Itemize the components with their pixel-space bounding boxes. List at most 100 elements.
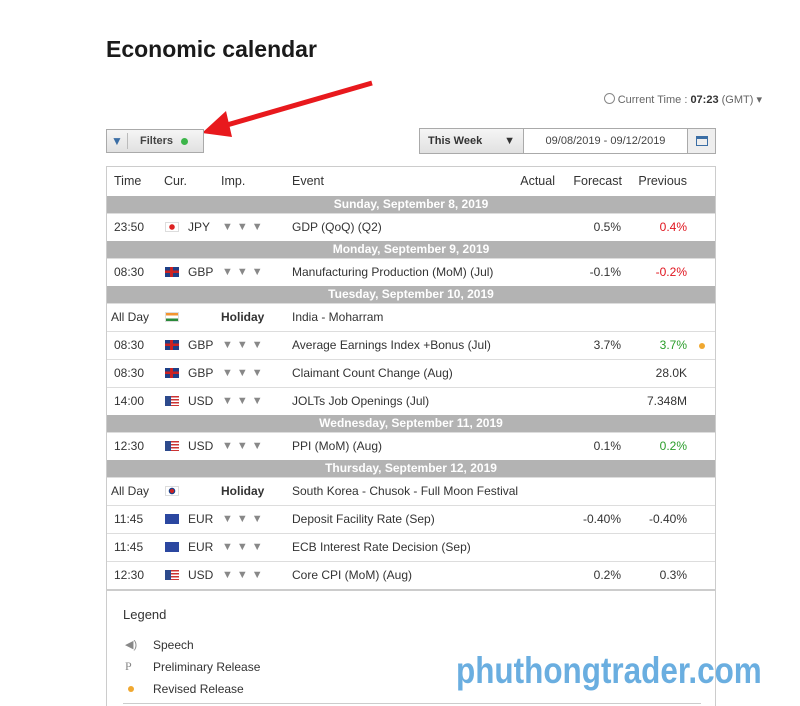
page-title: Economic calendar <box>106 36 317 62</box>
col-previous[interactable]: Previous <box>638 167 687 196</box>
event-row[interactable]: 14:00 USD ▼▼▼ JOLTs Job Openings (Jul) 7.348… <box>107 387 715 415</box>
day-header: Monday, September 9, 2019 <box>107 241 715 258</box>
event-name[interactable]: PPI (MoM) (Aug) <box>292 433 382 460</box>
event-row[interactable]: 12:30 USD ▼▼▼ Core CPI (MoM) (Aug) 0.2% 0.3% <box>107 561 715 589</box>
preliminary-icon: P <box>125 659 132 673</box>
col-cur[interactable]: Cur. <box>164 167 187 196</box>
flag-kr-icon <box>165 486 179 496</box>
divider <box>123 703 701 704</box>
current-time-label: Current Time : <box>617 94 688 106</box>
flag-jp-icon <box>165 222 179 232</box>
forecast-value: -0.40% <box>582 512 621 526</box>
event-row[interactable]: 12:30 USD ▼▼▼ PPI (MoM) (Aug) 0.1% 0.2% <box>107 432 715 460</box>
importance-holiday: Holiday <box>221 310 265 324</box>
previous-value: 28.0K <box>655 366 687 380</box>
calendar-table: Time Cur. Imp. Event Actual Forecast Pre… <box>106 166 716 591</box>
flag-eu-icon <box>165 514 179 524</box>
event-name[interactable]: Deposit Facility Rate (Sep) <box>292 506 435 533</box>
currency: EUR <box>188 540 214 554</box>
flag-in-icon <box>165 312 179 322</box>
event-time: 08:30 <box>114 265 145 279</box>
event-name[interactable]: Average Earnings Index +Bonus (Jul) <box>292 332 491 359</box>
dropdown-arrow-icon: ▼ <box>504 135 515 147</box>
bull-importance-icon: ▼▼▼ <box>222 221 267 233</box>
event-time: 08:30 <box>114 366 145 380</box>
bull-importance-icon: ▼▼▼ <box>222 541 267 553</box>
event-name[interactable]: Claimant Count Change (Aug) <box>292 360 453 387</box>
col-imp[interactable]: Imp. <box>221 167 245 196</box>
day-header: Wednesday, September 11, 2019 <box>107 415 715 432</box>
forecast-value: 3.7% <box>593 338 621 352</box>
event-row[interactable]: 08:30 GBP ▼▼▼ Average Earnings Index +Bonus… <box>107 331 715 359</box>
bull-importance-icon: ▼▼▼ <box>222 395 267 407</box>
event-name[interactable]: South Korea - Chusok - Full Moon Festiva… <box>292 478 518 505</box>
flag-gb-icon <box>165 267 179 277</box>
legend-title: Legend <box>123 607 167 622</box>
date-range-input[interactable]: 09/08/2019 - 09/12/2019 <box>524 129 687 153</box>
clock-icon <box>603 93 615 104</box>
event-time: 14:00 <box>114 394 145 408</box>
current-time[interactable]: Current Time : 07:23 (GMT) ▾ <box>603 93 762 106</box>
currency: GBP <box>188 338 214 352</box>
flag-us-icon <box>165 396 179 406</box>
flag-us-icon <box>165 441 179 451</box>
event-time: 23:50 <box>114 220 145 234</box>
calendar-button[interactable] <box>687 129 715 153</box>
event-row[interactable]: 11:45 EUR ▼▼▼ Deposit Facility Rate (Sep) -0… <box>107 505 715 533</box>
col-event[interactable]: Event <box>292 167 324 196</box>
event-name[interactable]: Manufacturing Production (MoM) (Jul) <box>292 259 493 286</box>
filters-button[interactable]: ▼ Filters <box>106 129 204 153</box>
speech-icon: ◀) <box>125 639 138 651</box>
chevron-down-icon: ▾ <box>756 94 762 106</box>
revised-dot-icon <box>699 343 705 349</box>
event-name[interactable]: Core CPI (MoM) (Aug) <box>292 562 412 589</box>
bull-importance-icon: ▼▼▼ <box>222 440 267 452</box>
col-actual[interactable]: Actual <box>520 167 555 196</box>
event-time: 12:30 <box>114 568 145 582</box>
currency: GBP <box>188 366 214 380</box>
bull-importance-icon: ▼▼▼ <box>222 266 267 278</box>
day-header: Thursday, September 12, 2019 <box>107 460 715 477</box>
bull-importance-icon: ▼▼▼ <box>222 367 267 379</box>
event-row[interactable]: 11:45 EUR ▼▼▼ ECB Interest Rate Decision (S… <box>107 533 715 561</box>
event-name[interactable]: JOLTs Job Openings (Jul) <box>292 388 429 415</box>
event-time: All Day <box>111 484 150 498</box>
previous-value: 3.7% <box>659 338 687 352</box>
legend-revised: Revised Release <box>153 682 244 696</box>
table-header: Time Cur. Imp. Event Actual Forecast Pre… <box>107 167 715 196</box>
previous-value: 7.348M <box>646 394 687 408</box>
event-time: 08:30 <box>114 338 145 352</box>
forecast-value: -0.1% <box>589 265 621 279</box>
day-header: Tuesday, September 10, 2019 <box>107 286 715 303</box>
red-arrow-annotation <box>202 80 373 137</box>
event-time: All Day <box>111 310 150 324</box>
currency: JPY <box>188 220 211 234</box>
event-name[interactable]: India - Moharram <box>292 304 383 331</box>
period-select[interactable]: This Week ▼ <box>420 129 524 153</box>
timezone: (GMT) <box>721 94 754 106</box>
forecast-value: 0.5% <box>593 220 621 234</box>
date-range-picker: This Week ▼ 09/08/2019 - 09/12/2019 <box>419 128 716 154</box>
event-row[interactable]: 23:50 JPY ▼▼▼ GDP (QoQ) (Q2) 0.5% 0.4% <box>107 213 715 241</box>
event-time: 12:30 <box>114 439 145 453</box>
event-name[interactable]: GDP (QoQ) (Q2) <box>292 214 382 241</box>
currency: GBP <box>188 265 214 279</box>
event-time: 11:45 <box>114 512 144 526</box>
flag-eu-icon <box>165 542 179 552</box>
event-name[interactable]: ECB Interest Rate Decision (Sep) <box>292 534 471 561</box>
bull-importance-icon: ▼▼▼ <box>222 339 267 351</box>
col-time[interactable]: Time <box>114 167 141 196</box>
event-time: 11:45 <box>114 540 144 554</box>
event-row[interactable]: All Day Holiday India - Moharram <box>107 303 715 331</box>
filters-active-dot <box>181 137 189 145</box>
event-row[interactable]: 08:30 GBP ▼▼▼ Claimant Count Change (Aug) 28… <box>107 359 715 387</box>
filter-icon: ▼ <box>107 133 128 149</box>
event-row[interactable]: All Day Holiday South Korea - Chusok - Ful… <box>107 477 715 505</box>
day-header: Sunday, September 8, 2019 <box>107 196 715 213</box>
period-selected: This Week <box>428 135 483 147</box>
event-row[interactable]: 08:30 GBP ▼▼▼ Manufacturing Production (MoM… <box>107 258 715 286</box>
revised-dot-icon <box>128 686 134 692</box>
previous-value: -0.2% <box>655 265 687 279</box>
forecast-value: 0.1% <box>593 439 621 453</box>
col-forecast[interactable]: Forecast <box>573 167 622 196</box>
